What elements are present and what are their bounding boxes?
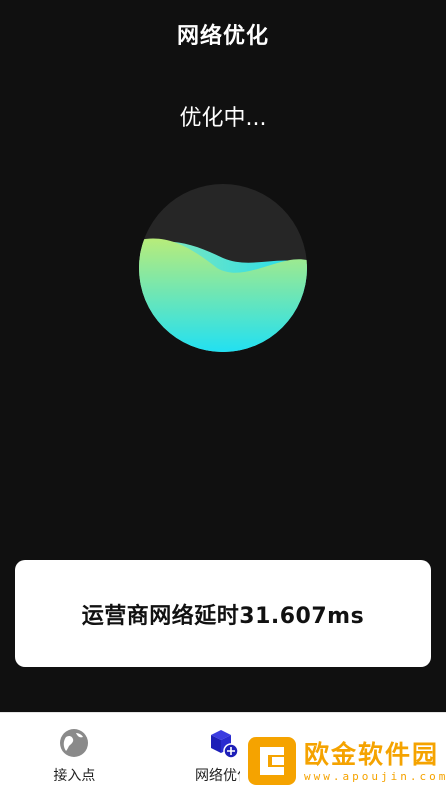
progress-ball [139,184,307,352]
optimization-status-text: 优化中... [179,106,267,131]
latency-result-card: 运营商网络延时31.607ms [15,560,431,667]
network-cube-icon [211,730,239,759]
watermark-logo-icon [248,737,296,785]
watermark: 欧金软件园 www.apoujin.com [240,726,446,796]
watermark-text: 欧金软件园 www.apoujin.com [304,740,446,783]
nav-label-access-point: 接入点 [53,768,96,784]
latency-result-text: 运营商网络延时31.607ms [81,603,365,629]
globe-icon [60,729,89,757]
nav-item-access-point[interactable]: 接入点 [0,713,149,797]
watermark-url-text: www.apoujin.com [304,769,446,783]
page-title: 网络优化 [176,24,269,49]
watermark-main-text: 欧金软件园 [304,739,440,769]
